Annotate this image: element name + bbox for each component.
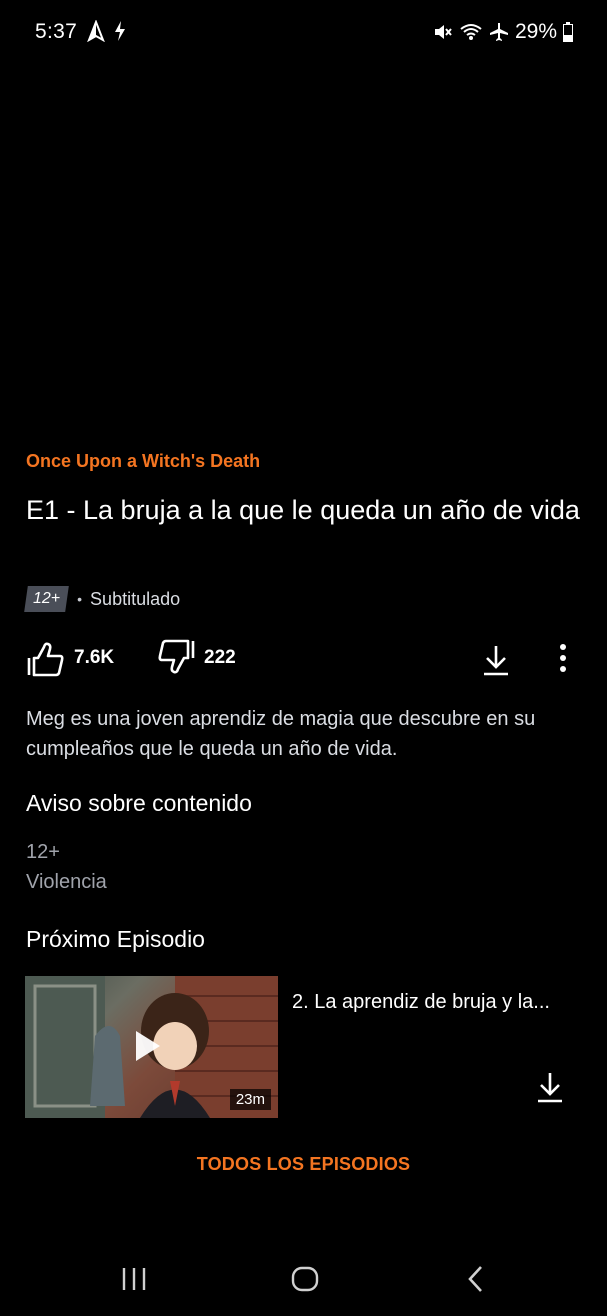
back-button[interactable] [465, 1264, 487, 1294]
dislike-count: 222 [204, 647, 236, 668]
next-episode-heading: Próximo Episodio [26, 926, 205, 952]
like-count: 7.6K [74, 647, 115, 668]
more-vertical-icon [556, 642, 570, 674]
content-advisory-heading: Aviso sobre contenido [26, 790, 252, 816]
play-icon [136, 1031, 160, 1061]
dislike-button[interactable]: 222 [156, 638, 236, 678]
thumbs-down-icon [156, 638, 196, 678]
meta-separator: • [77, 591, 83, 607]
mute-icon [433, 22, 453, 42]
episode-duration: 23m [229, 1089, 271, 1110]
video-player[interactable] [0, 64, 607, 434]
flash-icon [113, 20, 127, 42]
battery-percentage: 29% [514, 20, 557, 43]
episode-title: E1 - La bruja a la que le queda un año d… [26, 495, 580, 525]
episode-actions: 7.6K 222 [26, 638, 581, 682]
status-right-icons: 29% [433, 20, 573, 44]
episode-meta: 12+ • Subtitulado [24, 586, 181, 612]
series-title-link[interactable]: Once Upon a Witch's Death [26, 451, 260, 472]
like-button[interactable]: 7.6K [26, 638, 114, 678]
recent-apps-button[interactable] [119, 1264, 149, 1294]
download-button[interactable] [482, 644, 510, 676]
advisory-violence: Violencia [26, 871, 107, 893]
subtitle-label: Subtitulado [90, 588, 181, 609]
thumbs-up-icon [26, 638, 66, 678]
home-button[interactable] [290, 1264, 320, 1294]
recent-apps-icon [119, 1264, 149, 1294]
next-episode-title[interactable]: 2. La aprendiz de bruja y la... [292, 991, 582, 1014]
system-nav-bar [0, 1246, 607, 1316]
next-episode-download-button[interactable] [536, 1071, 564, 1103]
status-left-icons [87, 20, 127, 42]
next-episode-thumbnail[interactable]: 23m [25, 976, 278, 1118]
download-icon [482, 644, 510, 676]
advisory-rating: 12+ [26, 841, 60, 863]
all-episodes-button[interactable]: TODOS LOS EPISODIOS [0, 1154, 607, 1175]
episode-description: Meg es una joven aprendiz de magia que d… [26, 708, 536, 760]
navigation-arrow-icon [87, 20, 105, 42]
status-bar: 5:37 29% [0, 0, 607, 64]
download-icon [536, 1071, 564, 1103]
next-episode-card[interactable]: 23m 2. La aprendiz de bruja y la... [25, 976, 585, 1118]
back-chevron-icon [465, 1264, 487, 1294]
wifi-icon [459, 22, 483, 42]
airplane-icon [489, 22, 509, 42]
rating-badge: 12+ [24, 586, 69, 612]
battery-icon [563, 22, 573, 42]
status-time: 5:37 [35, 20, 78, 43]
home-icon [290, 1264, 320, 1294]
more-options-button[interactable] [556, 642, 570, 674]
